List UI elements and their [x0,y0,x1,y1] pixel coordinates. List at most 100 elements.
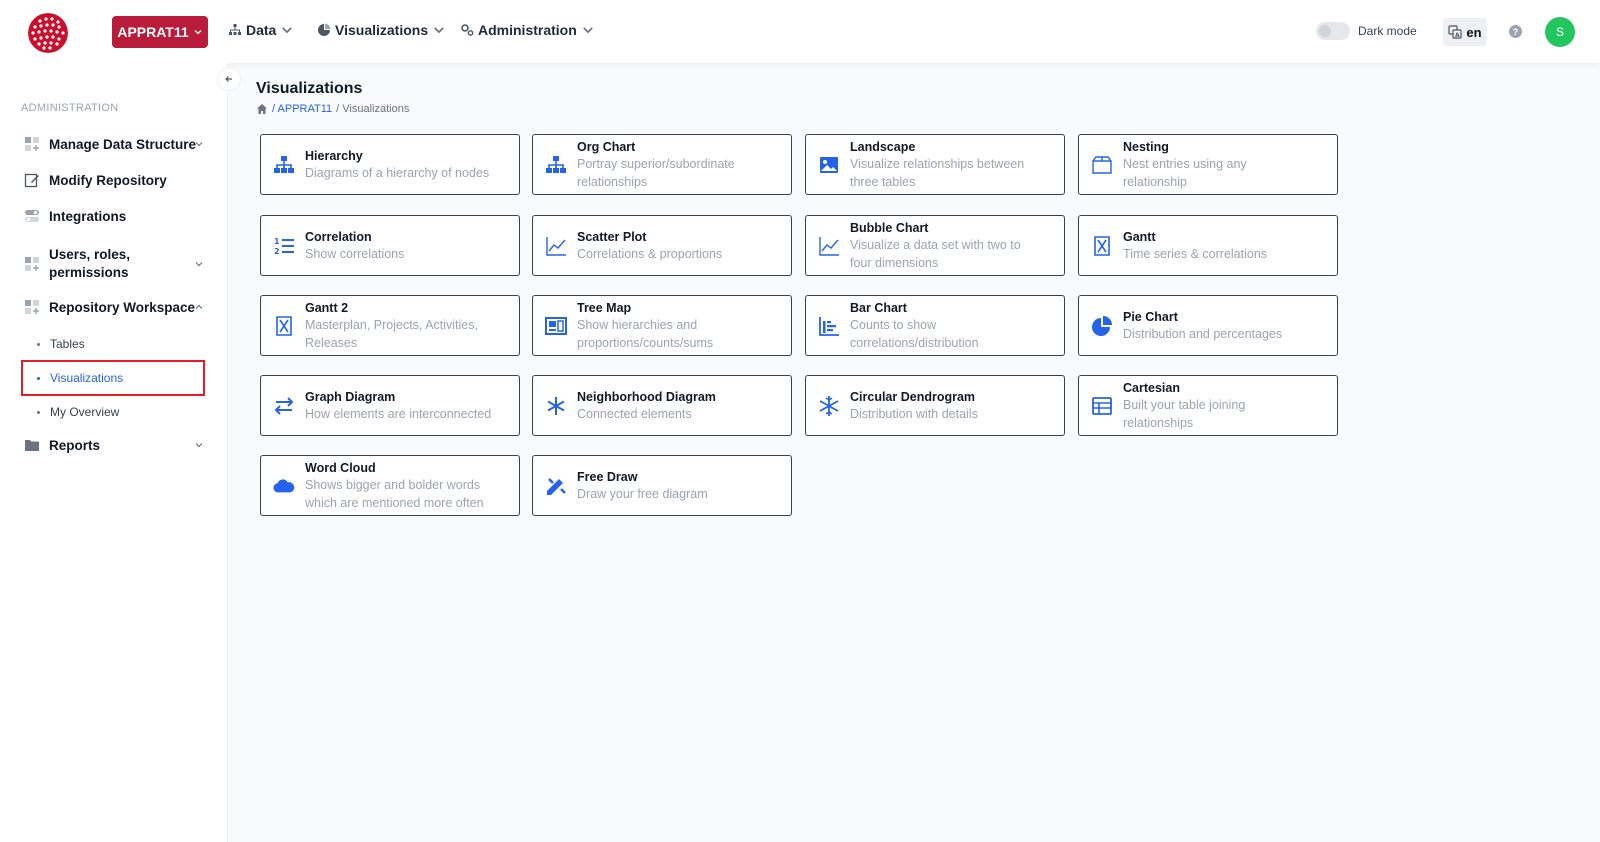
avatar[interactable]: S [1545,17,1575,47]
sidebar-item-integrations[interactable]: Integrations [24,208,204,224]
breadcrumb-current-label: Visualizations [342,103,410,115]
card-description: Draw your free diagram [577,486,708,501]
sidebar-item-label: Integrations [49,208,127,224]
breadcrumb: / APPRAT11 / Visualizations [256,103,409,115]
sidebar-item-label: Users, roles, permissions [49,247,131,280]
page-title: Visualizations [256,80,363,97]
chevron-up-icon [195,304,203,309]
chevron-down-icon [195,443,203,448]
card-neighborhood-diagram[interactable]: Neighborhood Diagram Connected elements [532,375,792,436]
nav-visualizations[interactable]: Visualizations [317,22,446,38]
grid-plus-icon [25,137,39,151]
dark-mode-toggle[interactable]: Dark mode [1316,22,1417,40]
toggles-icon [25,210,39,222]
collapse-sidebar-button[interactable] [217,67,241,91]
box-icon [1091,154,1113,176]
sidebar-item-repository-workspace[interactable]: Repository Workspace [24,299,204,315]
card-text: Gantt 2 Masterplan, Projects, Activities,… [305,300,478,352]
card-bar-chart[interactable]: Bar Chart Counts to show correlations/dist… [805,295,1065,356]
language-button[interactable]: A en [1443,18,1487,46]
card-title: Gantt [1123,229,1156,244]
card-org-chart[interactable]: Org Chart Portray superior/subordinate rel… [532,134,792,195]
card-title: Nesting [1123,139,1169,154]
sitemap-icon [545,154,567,176]
card-free-draw[interactable]: Free Draw Draw your free diagram [532,455,792,516]
chevron-down-icon [195,262,203,267]
card-bubble-chart[interactable]: Bubble Chart Visualize a data set with tw… [805,215,1065,276]
card-title: Hierarchy [305,148,363,163]
sidebar-item-label: Manage Data Structure [49,136,197,152]
breadcrumb-project-link[interactable]: / APPRAT11 [272,103,332,115]
sidebar-item-label: Reports [49,437,101,453]
nav-administration-label: Administration [478,22,577,38]
sitemap-icon [229,24,241,35]
card-description: Show hierarchies and [577,317,698,332]
logo-icon[interactable] [28,13,68,53]
card-landscape[interactable]: Landscape Visualize relationships between… [805,134,1065,195]
card-circular-dendrogram[interactable]: Circular Dendrogram Distribution with det… [805,375,1065,436]
card-word-cloud[interactable]: Word Cloud Shows bigger and bolder words w… [260,455,520,516]
card-description: which are mentioned more often [305,495,484,510]
card-nesting[interactable]: Nesting Nest entries using any relationshi… [1078,134,1338,195]
card-description: relationships [577,174,648,189]
card-text: Circular Dendrogram Distribution with det… [850,389,978,423]
card-text: Neighborhood Diagram Connected elements [577,389,716,423]
pie-chart-icon [1091,315,1113,337]
card-description: Counts to show [850,317,937,332]
grid-plus-icon [25,257,39,271]
card-gantt-2[interactable]: Gantt 2 Masterplan, Projects, Activities,… [260,295,520,356]
card-description: four dimensions [850,255,939,270]
card-tree-map[interactable]: Tree Map Show hierarchies and proportions/… [532,295,792,356]
chevron-down-icon [194,30,202,35]
exchange-icon [273,395,295,417]
folder-icon [25,440,39,451]
card-title: Org Chart [577,139,636,154]
dark-mode-switch[interactable] [1316,22,1350,40]
sidebar-subitem-tables[interactable]: Tables [37,337,85,351]
sidebar-item-users-roles-permissions[interactable]: Users, roles, permissions [24,246,204,282]
bar-chart-icon [818,315,840,337]
hourglass-icon [273,315,295,337]
breadcrumb-current: / Visualizations [336,103,410,115]
nav-data-label: Data [246,22,277,38]
card-pie-chart[interactable]: Pie Chart Distribution and percentages [1078,295,1338,356]
project-dropdown-button[interactable]: APPRAT11 [112,16,208,48]
snowflake-icon [818,395,840,417]
sidebar-item-reports[interactable]: Reports [24,437,204,453]
card-title: Neighborhood Diagram [577,389,716,404]
card-description: proportions/counts/sums [577,335,714,350]
chevron-down-icon [582,27,593,34]
card-title: Tree Map [577,300,632,315]
card-title: Free Draw [577,469,638,484]
sidebar-subitem-label: My Overview [50,405,120,419]
card-text: Pie Chart Distribution and percentages [1123,309,1282,343]
language-label: en [1466,24,1482,40]
home-icon[interactable] [256,103,268,115]
card-scatter-plot[interactable]: Scatter Plot Correlations & proportions [532,215,792,276]
svg-text:1: 1 [274,237,280,246]
card-description: Releases [305,335,358,350]
nav-data[interactable]: Data [228,22,294,38]
chevron-down-icon [195,142,203,147]
help-icon[interactable]: ? [1509,25,1522,38]
card-description: Visualize relationships between [850,156,1025,171]
card-description: Nest entries using any [1123,156,1247,171]
card-title: Landscape [850,139,916,154]
card-gantt[interactable]: Gantt Time series & correlations [1078,215,1338,276]
card-description: Show correlations [305,246,405,261]
card-text: Landscape Visualize relationships between… [850,139,1024,191]
list-ordered-icon: 12 [273,235,295,257]
card-description: three tables [850,174,916,189]
card-correlation[interactable]: 1 2 Correlation Show correlations [260,215,520,276]
svg-text:2: 2 [274,247,280,256]
line-chart-icon [545,235,567,257]
card-title: Bubble Chart [850,220,929,235]
card-text: Graph Diagram How elements are interconne… [305,389,491,423]
card-hierarchy[interactable]: Hierarchy Diagrams of a hierarchy of node… [260,134,520,195]
sidebar-item-modify-repository[interactable]: Modify Repository [24,172,204,188]
sidebar-subitem-my-overview[interactable]: My Overview [37,405,119,419]
card-cartesian[interactable]: Cartesian Built your table joining relatio… [1078,375,1338,436]
card-graph-diagram[interactable]: Graph Diagram How elements are interconne… [260,375,520,436]
sidebar-item-manage-data-structure[interactable]: Manage Data Structure [24,136,204,152]
nav-administration[interactable]: Administration [460,22,595,38]
